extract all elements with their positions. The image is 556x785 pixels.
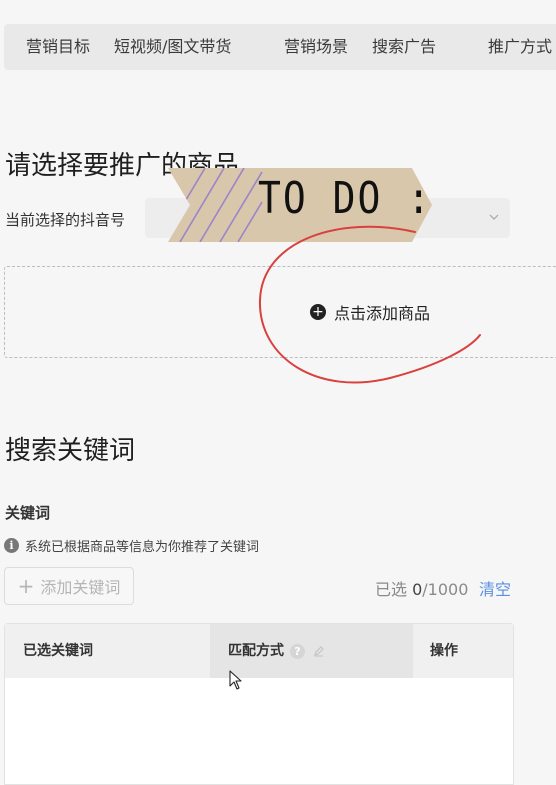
keywords-label: 关键词 (5, 504, 51, 522)
header-actions: 操作 (430, 643, 458, 659)
tab-promotion-method[interactable]: 推广方式 (488, 24, 552, 70)
plus-circle-icon: + (310, 304, 326, 320)
tab-marketing-goal[interactable]: 营销目标 (26, 24, 90, 70)
edit-icon[interactable] (313, 645, 325, 657)
add-product-button[interactable]: + 点击添加商品 (310, 302, 431, 323)
todo-text: TO DO : (258, 172, 433, 224)
mouse-cursor-icon (229, 670, 242, 690)
clear-button[interactable]: 清空 (479, 576, 511, 600)
selected-max: /1000 (422, 580, 469, 599)
keyword-table-header: 已选关键词 匹配方式? 操作 (5, 624, 513, 678)
question-icon[interactable]: ? (290, 643, 305, 659)
add-keyword-button[interactable]: + 添加关键词 (4, 567, 134, 605)
selected-count-value: 0 (412, 580, 423, 599)
selected-prefix: 已选 (375, 580, 413, 599)
keyword-hint-text: 系统已根据商品等信息为你推荐了关键词 (25, 540, 260, 555)
tab-short-video-goods[interactable]: 短视频/图文带货 (114, 24, 231, 70)
plus-icon: + (17, 574, 35, 598)
keyword-section-title: 搜索关键词 (5, 436, 136, 466)
header-selected-keywords: 已选关键词 (23, 643, 93, 659)
add-keyword-label: 添加关键词 (40, 578, 121, 597)
step-tab-bar: 营销目标 短视频/图文带货 营销场景 搜索广告 推广方式 (4, 24, 556, 70)
product-drop-zone[interactable] (4, 266, 556, 358)
header-match-type: 匹配方式 (228, 643, 284, 659)
tab-marketing-scene[interactable]: 营销场景 (284, 24, 348, 70)
keyword-hint: i 系统已根据商品等信息为你推荐了关键词 (4, 536, 259, 555)
product-section-title: 请选择要推广的商品 (5, 151, 240, 181)
chevron-down-icon (489, 214, 499, 220)
selected-count: 已选 0/1000 (375, 576, 468, 600)
info-icon: i (4, 538, 19, 553)
account-label: 当前选择的抖音号 (5, 211, 126, 229)
add-product-label: 点击添加商品 (334, 304, 431, 323)
tab-search-ads[interactable]: 搜索广告 (372, 24, 436, 70)
keyword-table: 已选关键词 匹配方式? 操作 (4, 623, 514, 785)
